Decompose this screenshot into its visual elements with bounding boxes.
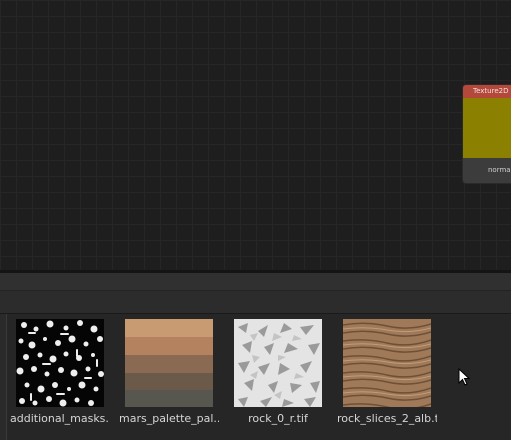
asset-label: mars_palette_pal... — [119, 412, 219, 425]
asset-panel-toolbar — [0, 290, 511, 314]
asset-label: rock_0_r.tif — [248, 412, 308, 425]
node-preview — [463, 98, 511, 158]
asset-browser: additional_masks... mars_palette_pal... — [0, 314, 511, 440]
asset-thumbnail — [343, 319, 431, 407]
node-title: Texture2D — [463, 85, 511, 98]
asset-label: additional_masks... — [10, 412, 110, 425]
mouse-pointer-icon — [458, 367, 471, 390]
asset-label: rock_slices_2_alb.tif — [337, 412, 437, 425]
texture2d-node[interactable]: Texture2D normal — [463, 85, 511, 183]
asset-thumbnail — [16, 319, 104, 407]
node-graph-canvas[interactable]: Texture2D normal — [0, 0, 511, 270]
asset-item-mars-palette[interactable]: mars_palette_pal... — [119, 319, 219, 425]
asset-item-additional-masks[interactable]: additional_masks... — [10, 319, 110, 425]
asset-item-rock-0-r[interactable]: rock_0_r.tif — [228, 319, 328, 425]
asset-panel-tabbar — [0, 273, 511, 290]
asset-thumbnail — [125, 319, 213, 407]
node-output-label: normal — [463, 158, 511, 183]
asset-item-rock-slices-2-alb[interactable]: rock_slices_2_alb.tif — [337, 319, 437, 425]
asset-browser-sidebar — [0, 314, 7, 440]
asset-thumbnail — [234, 319, 322, 407]
